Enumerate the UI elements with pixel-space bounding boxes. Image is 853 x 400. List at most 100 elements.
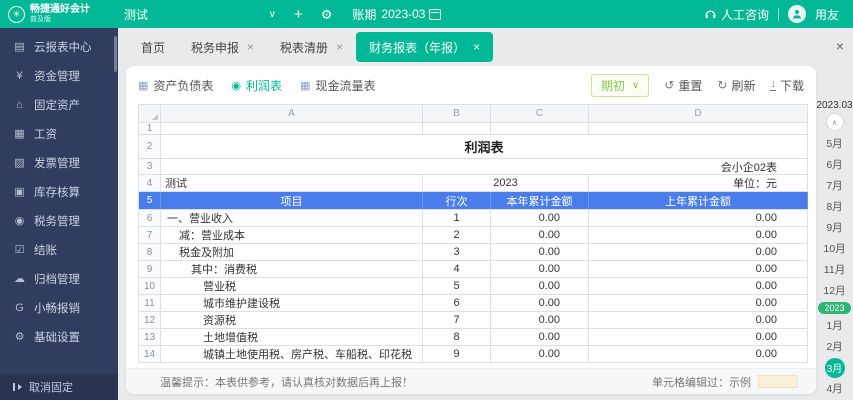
- empty-cell[interactable]: [491, 123, 589, 134]
- column-header-d[interactable]: D: [589, 105, 808, 122]
- year-cell[interactable]: 2023: [423, 175, 589, 191]
- report-tab-income-statement[interactable]: ◉ 利润表: [231, 77, 282, 94]
- empty-cell[interactable]: [589, 123, 808, 134]
- row-number[interactable]: 12: [139, 312, 161, 328]
- prior-amount-cell[interactable]: 0.00: [589, 227, 808, 243]
- support-button[interactable]: 人工咨询: [704, 6, 769, 23]
- tab-tax-filing[interactable]: 税务申报 ×: [178, 28, 267, 66]
- sidebar-item-funds-management[interactable]: ¥ 资金管理: [0, 61, 118, 90]
- calendar-icon[interactable]: [429, 8, 442, 20]
- sidebar-item-basic-settings[interactable]: ⚙ 基础设置: [0, 322, 118, 351]
- unpin-sidebar-button[interactable]: 取消固定: [0, 374, 118, 400]
- line-number-cell[interactable]: 7: [423, 312, 491, 328]
- empty-cell[interactable]: [161, 123, 423, 134]
- item-cell[interactable]: 营业税: [161, 278, 423, 294]
- row-number[interactable]: 4: [139, 175, 161, 191]
- select-all-corner[interactable]: [139, 105, 161, 122]
- current-amount-cell[interactable]: 0.00: [491, 244, 589, 260]
- user-name[interactable]: 用友: [815, 6, 839, 23]
- prior-amount-cell[interactable]: 0.00: [589, 312, 808, 328]
- current-amount-cell[interactable]: 0.00: [491, 278, 589, 294]
- close-tab-icon[interactable]: ×: [336, 40, 343, 54]
- line-number-cell[interactable]: 6: [423, 295, 491, 311]
- company-select[interactable]: 测试 ∨: [124, 6, 276, 23]
- column-header-c[interactable]: C: [491, 105, 589, 122]
- line-number-cell[interactable]: 5: [423, 278, 491, 294]
- report-title-cell[interactable]: 利润表: [161, 135, 808, 158]
- row-number[interactable]: 13: [139, 329, 161, 345]
- close-tab-icon[interactable]: ×: [473, 40, 480, 54]
- sidebar-item-tax-management[interactable]: ◉ 税务管理: [0, 206, 118, 235]
- current-amount-cell[interactable]: 0.00: [491, 329, 589, 345]
- sidebar-item-reimbursement[interactable]: G 小畅报销: [0, 293, 118, 322]
- sidebar-item-salary[interactable]: ▦ 工资: [0, 119, 118, 148]
- column-header-b[interactable]: B: [423, 105, 491, 122]
- current-amount-cell[interactable]: 0.00: [491, 312, 589, 328]
- report-tab-cash-flow[interactable]: ▦ 现金流量表: [300, 77, 375, 94]
- prior-amount-cell[interactable]: 0.00: [589, 210, 808, 226]
- unit-cell[interactable]: 单位：元: [589, 175, 808, 191]
- row-number[interactable]: 3: [139, 159, 161, 174]
- item-cell[interactable]: 土地增值税: [161, 329, 423, 345]
- row-number[interactable]: 6: [139, 210, 161, 226]
- download-button[interactable]: ↓ 下载: [770, 77, 804, 94]
- month-item-9[interactable]: 1月: [816, 315, 853, 336]
- month-item-4[interactable]: 9月: [816, 217, 853, 238]
- row-number[interactable]: 2: [139, 135, 161, 158]
- line-number-cell[interactable]: 8: [423, 329, 491, 345]
- line-number-cell[interactable]: 4: [423, 261, 491, 277]
- form-code-cell[interactable]: 会小企02表: [161, 159, 808, 174]
- month-item-10[interactable]: 2月: [816, 336, 853, 357]
- month-item-2[interactable]: 7月: [816, 175, 853, 196]
- month-item-6[interactable]: 11月: [816, 259, 853, 280]
- prior-amount-cell[interactable]: 0.00: [589, 244, 808, 260]
- month-item-5[interactable]: 10月: [816, 238, 853, 259]
- prior-amount-cell[interactable]: 0.00: [589, 278, 808, 294]
- row-number[interactable]: 7: [139, 227, 161, 243]
- line-number-cell[interactable]: 3: [423, 244, 491, 260]
- current-amount-cell[interactable]: 0.00: [491, 346, 589, 362]
- sidebar-item-archive-management[interactable]: ☁ 归档管理: [0, 264, 118, 293]
- item-cell[interactable]: 资源税: [161, 312, 423, 328]
- sidebar-item-invoice-management[interactable]: ▨ 发票管理: [0, 148, 118, 177]
- scroll-up-icon[interactable]: ∧: [826, 114, 843, 130]
- empty-cell[interactable]: [423, 123, 491, 134]
- tab-financial-statements[interactable]: 财务报表（年报） ×: [356, 32, 494, 62]
- sidebar-scrollbar-thumb[interactable]: [114, 36, 117, 72]
- prior-amount-cell[interactable]: 0.00: [589, 329, 808, 345]
- item-cell[interactable]: 城镇土地使用税、房产税、车船税、印花税: [161, 346, 423, 362]
- item-cell[interactable]: 税金及附加: [161, 244, 423, 260]
- close-tab-icon[interactable]: ×: [247, 40, 254, 54]
- row-number[interactable]: 11: [139, 295, 161, 311]
- prior-amount-cell[interactable]: 0.00: [589, 346, 808, 362]
- sidebar-item-cloud-report-center[interactable]: ▤ 云报表中心: [0, 32, 118, 61]
- company-cell[interactable]: 测试: [161, 175, 423, 191]
- current-amount-cell[interactable]: 0.00: [491, 261, 589, 277]
- row-number[interactable]: 8: [139, 244, 161, 260]
- item-cell[interactable]: 城市维护建设税: [161, 295, 423, 311]
- item-cell[interactable]: 一、营业收入: [161, 210, 423, 226]
- tab-tax-register[interactable]: 税表清册 ×: [267, 28, 356, 66]
- month-item-0[interactable]: 5月: [816, 133, 853, 154]
- sidebar-item-closing[interactable]: ☑ 结账: [0, 235, 118, 264]
- item-cell[interactable]: 减：营业成本: [161, 227, 423, 243]
- opening-balance-button[interactable]: 期初 ∨: [590, 73, 650, 97]
- row-number[interactable]: 14: [139, 346, 161, 362]
- tab-home[interactable]: 首页: [128, 28, 178, 66]
- current-amount-cell[interactable]: 0.00: [491, 210, 589, 226]
- current-amount-cell[interactable]: 0.00: [491, 295, 589, 311]
- month-item-12[interactable]: 4月: [816, 378, 853, 399]
- row-number[interactable]: 1: [139, 123, 161, 134]
- prior-amount-cell[interactable]: 0.00: [589, 295, 808, 311]
- item-cell[interactable]: 其中：消费税: [161, 261, 423, 277]
- reset-button[interactable]: ↺ 重置: [664, 77, 702, 94]
- prior-amount-cell[interactable]: 0.00: [589, 261, 808, 277]
- row-number[interactable]: 9: [139, 261, 161, 277]
- sidebar-item-inventory-accounting[interactable]: ▣ 库存核算: [0, 177, 118, 206]
- current-amount-cell[interactable]: 0.00: [491, 227, 589, 243]
- line-number-cell[interactable]: 2: [423, 227, 491, 243]
- month-item-3[interactable]: 8月: [816, 196, 853, 217]
- month-item-1[interactable]: 6月: [816, 154, 853, 175]
- refresh-button[interactable]: ↻ 刷新: [717, 77, 755, 94]
- avatar[interactable]: [787, 5, 806, 23]
